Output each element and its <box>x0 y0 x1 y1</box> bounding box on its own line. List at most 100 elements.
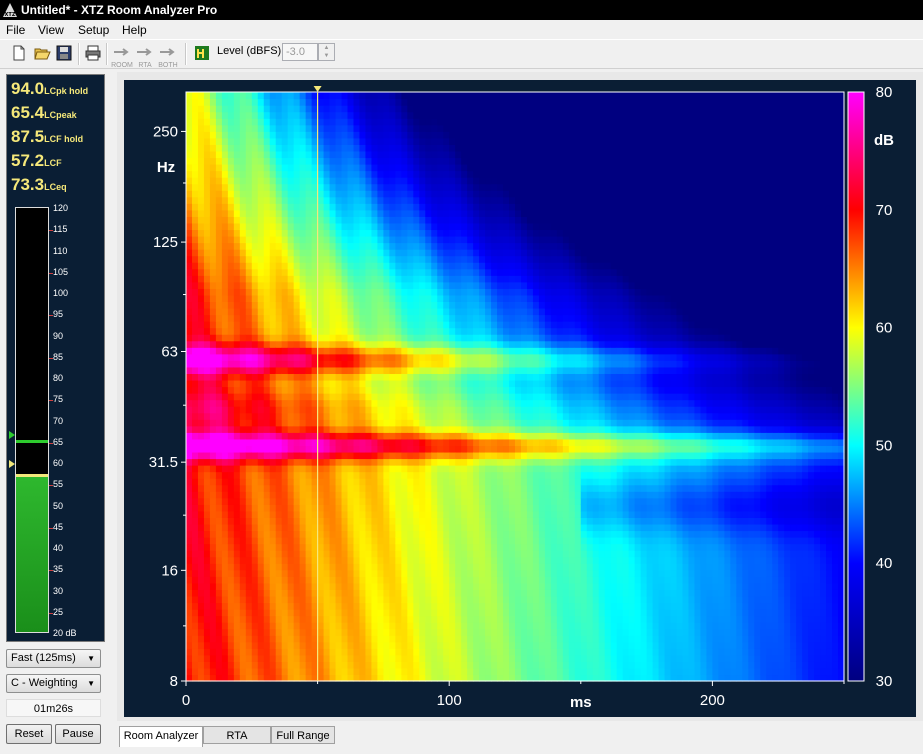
readout-value: 65.4 <box>11 103 45 122</box>
heatmap-cell <box>455 288 462 296</box>
save-icon[interactable] <box>55 44 73 62</box>
heatmap-cell <box>245 268 253 276</box>
heatmap-cell <box>491 131 498 139</box>
heatmap-cell <box>335 425 343 433</box>
heatmap-cell <box>365 458 373 466</box>
pause-button[interactable]: Pause <box>55 724 101 744</box>
heatmap-cell <box>479 203 486 211</box>
reset-button[interactable]: Reset <box>6 724 52 744</box>
heatmap-cell <box>509 406 516 414</box>
heatmap-cell <box>191 321 199 329</box>
menu-view[interactable]: View <box>38 23 64 37</box>
heatmap-cell <box>293 242 301 250</box>
heatmap-cell <box>395 465 402 473</box>
heatmap-cell <box>473 353 480 361</box>
heatmap-cell <box>371 222 379 231</box>
heatmap-cell <box>305 150 313 159</box>
heatmap-cell <box>371 393 379 401</box>
heatmap-cell <box>323 595 331 604</box>
heatmap-cell <box>287 451 295 460</box>
level-input[interactable]: -3.0 <box>282 43 318 61</box>
heatmap-cell <box>287 144 295 152</box>
rta-button[interactable]: RTA <box>134 44 156 69</box>
heatmap-cell <box>461 157 468 165</box>
heatmap-cell <box>335 386 343 394</box>
heatmap-cell <box>347 563 355 571</box>
heatmap-cell <box>479 438 486 446</box>
heatmap-cell <box>413 203 420 211</box>
heatmap-cell <box>413 438 420 446</box>
heatmap-cell <box>377 563 384 571</box>
heatmap-cell <box>461 412 468 420</box>
heatmap-cell <box>371 340 379 348</box>
room-button[interactable]: ROOM <box>111 44 133 69</box>
heatmap-cell <box>419 504 426 512</box>
heatmap-cell <box>449 281 456 289</box>
heatmap-cell <box>449 321 456 329</box>
new-file-icon[interactable] <box>10 44 28 62</box>
heatmap-cell <box>359 484 367 492</box>
heatmap-cell <box>281 203 289 211</box>
heatmap-cell <box>467 170 474 178</box>
heatmap-cell <box>449 307 456 316</box>
heatmap-cell <box>455 478 462 486</box>
heatmap-cell <box>389 216 396 224</box>
menu-setup[interactable]: Setup <box>78 23 109 37</box>
heatmap-cell <box>191 307 199 316</box>
heatmap-cell <box>299 190 307 198</box>
heatmap-cell <box>299 609 307 617</box>
heatmap-cell <box>186 595 193 604</box>
heatmap-cell <box>287 635 295 643</box>
heatmap-cell <box>305 275 313 283</box>
weighting-select[interactable]: C - Weighting ▼ <box>6 674 101 693</box>
heatmap-cell <box>503 321 510 329</box>
heatmap-cell <box>365 556 373 564</box>
spin-down-icon[interactable]: ▼ <box>319 52 334 60</box>
heatmap-cell <box>383 419 390 427</box>
heatmap-cell <box>371 399 379 407</box>
heatmap-cell <box>419 609 426 617</box>
heatmap-cell <box>203 229 211 237</box>
heatmap-cell <box>305 543 313 551</box>
heatmap-cell <box>443 268 450 276</box>
menu-help[interactable]: Help <box>122 23 147 37</box>
heatmap-cell <box>467 196 474 204</box>
heatmap-cell <box>275 379 283 388</box>
heatmap-cell <box>509 510 516 518</box>
level-spinner[interactable]: ▲ ▼ <box>318 43 335 61</box>
spin-up-icon[interactable]: ▲ <box>319 44 334 52</box>
heatmap-cell <box>449 196 456 204</box>
heatmap-cell <box>227 255 235 263</box>
heatmap-cell <box>215 281 223 289</box>
heatmap-cell <box>407 177 414 185</box>
heatmap-cell <box>269 582 277 590</box>
heatmap-cell <box>251 163 259 172</box>
heatmap-cell <box>347 347 355 355</box>
heatmap-cell <box>347 419 355 427</box>
heatmap-cell <box>281 419 289 427</box>
heatmap-cell <box>221 294 229 303</box>
heatmap-cell <box>467 92 474 100</box>
heatmap-cell <box>425 170 432 178</box>
heatmap-cell <box>461 432 468 440</box>
heatmap-cell <box>281 412 289 420</box>
heatmap-cell <box>257 628 265 636</box>
menu-file[interactable]: File <box>6 23 25 37</box>
heatmap-cell <box>275 667 283 676</box>
heatmap-cell <box>227 530 235 538</box>
heatmap-cell <box>215 530 223 538</box>
heatmap-cell <box>449 360 456 368</box>
heatmap-cell <box>353 229 361 237</box>
heatmap-cell <box>335 124 343 132</box>
heatmap-cell <box>443 465 450 473</box>
both-button[interactable]: BOTH <box>157 44 179 69</box>
open-folder-icon[interactable] <box>33 44 51 62</box>
print-icon[interactable] <box>84 44 102 62</box>
heatmap-cell <box>413 314 420 322</box>
heatmap-cell <box>407 576 414 584</box>
heatmap-cell <box>443 393 450 401</box>
heatmap-cell <box>449 451 456 460</box>
heatmap-cell <box>257 641 265 649</box>
speed-select[interactable]: Fast (125ms) ▼ <box>6 649 101 668</box>
heatmap-cell <box>443 170 450 178</box>
